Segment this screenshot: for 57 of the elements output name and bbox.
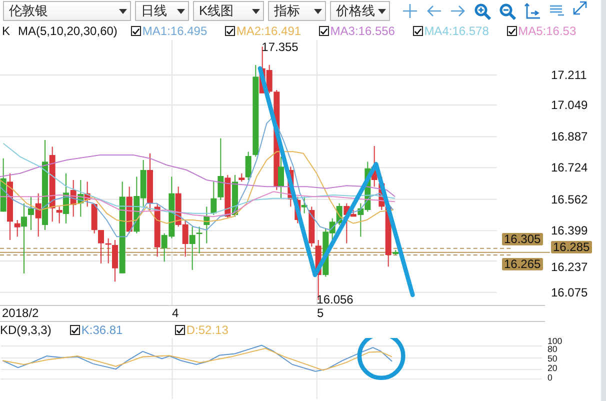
kd-axis-label: 50 <box>547 353 558 364</box>
price-axis-label: 16.237 <box>551 260 588 274</box>
price-axis-label: 16.887 <box>551 130 588 144</box>
ma-value-label: MA4:16.578 <box>424 24 489 38</box>
date-axis-label: 2018/2 <box>2 307 39 320</box>
expand-icon[interactable] <box>573 1 587 15</box>
kd-axis-label: 80 <box>547 344 558 354</box>
checkbox[interactable] <box>319 26 330 36</box>
price-axis-label: 17.049 <box>551 98 588 112</box>
axis-scale-icon[interactable] <box>524 2 541 20</box>
kd-axis-label: 100 <box>547 338 562 346</box>
list-icon[interactable] <box>549 4 565 18</box>
date-axis-label: 5 <box>317 307 324 320</box>
kd-axis-label: 0 <box>547 372 552 383</box>
right-arrow-icon[interactable] <box>450 4 466 18</box>
ma-value-label: MA1:16.495 <box>142 24 208 38</box>
indicator-label: K <box>2 24 10 38</box>
caret-icon <box>378 8 386 14</box>
zoom-out-icon[interactable] <box>499 2 516 20</box>
crosshair-icon[interactable] <box>402 3 418 19</box>
checkbox[interactable] <box>507 26 518 36</box>
kd-axis-label: 20 <box>547 363 558 374</box>
kd-value-label: D:52.13 <box>186 323 228 337</box>
checkbox[interactable] <box>225 26 236 36</box>
zoom-in-icon[interactable] <box>474 2 491 20</box>
dropdown[interactable]: K线图 <box>193 1 264 21</box>
price-tag: 16.305 <box>502 232 543 246</box>
date-axis-label: 4 <box>172 307 179 320</box>
circle-annotation <box>357 338 406 380</box>
checkbox[interactable] <box>413 26 424 36</box>
price-axis-label: 16.724 <box>551 160 588 175</box>
ma-value-label: MA2:16.491 <box>236 24 302 38</box>
price-tag: 16.285 <box>551 240 592 254</box>
caret-icon <box>252 8 260 14</box>
caret-icon <box>314 8 322 14</box>
price-axis-label: 16.562 <box>551 192 588 206</box>
high-price-label: 17.355 <box>262 40 298 54</box>
kd-value-label: K:36.81 <box>81 323 123 337</box>
ma-settings-label: MA(5,10,20,30,60) <box>18 24 118 38</box>
low-price-label: 16.056 <box>316 292 354 305</box>
ma-value-label: MA3:16.556 <box>330 24 395 38</box>
left-arrow-icon[interactable] <box>426 4 442 18</box>
checkbox[interactable] <box>175 325 186 335</box>
dropdown[interactable]: 指标 <box>268 1 326 21</box>
price-axis-label: 16.399 <box>551 224 588 238</box>
price-tag: 16.265 <box>502 257 543 271</box>
checkbox[interactable] <box>131 26 142 36</box>
kd-settings-label: KD(9,3,3) <box>0 323 52 337</box>
dropdown[interactable]: 价格线 <box>330 1 390 21</box>
checkbox[interactable] <box>70 325 80 335</box>
caret-icon <box>119 8 127 14</box>
price-axis-label: 17.211 <box>551 68 587 82</box>
caret-icon <box>177 8 185 14</box>
ma-value-label: MA5:16.53 <box>518 24 576 38</box>
price-axis-label: 16.075 <box>551 285 588 300</box>
dropdown[interactable]: 伦敦银 <box>3 1 131 21</box>
dropdown[interactable]: 日线 <box>135 1 189 21</box>
